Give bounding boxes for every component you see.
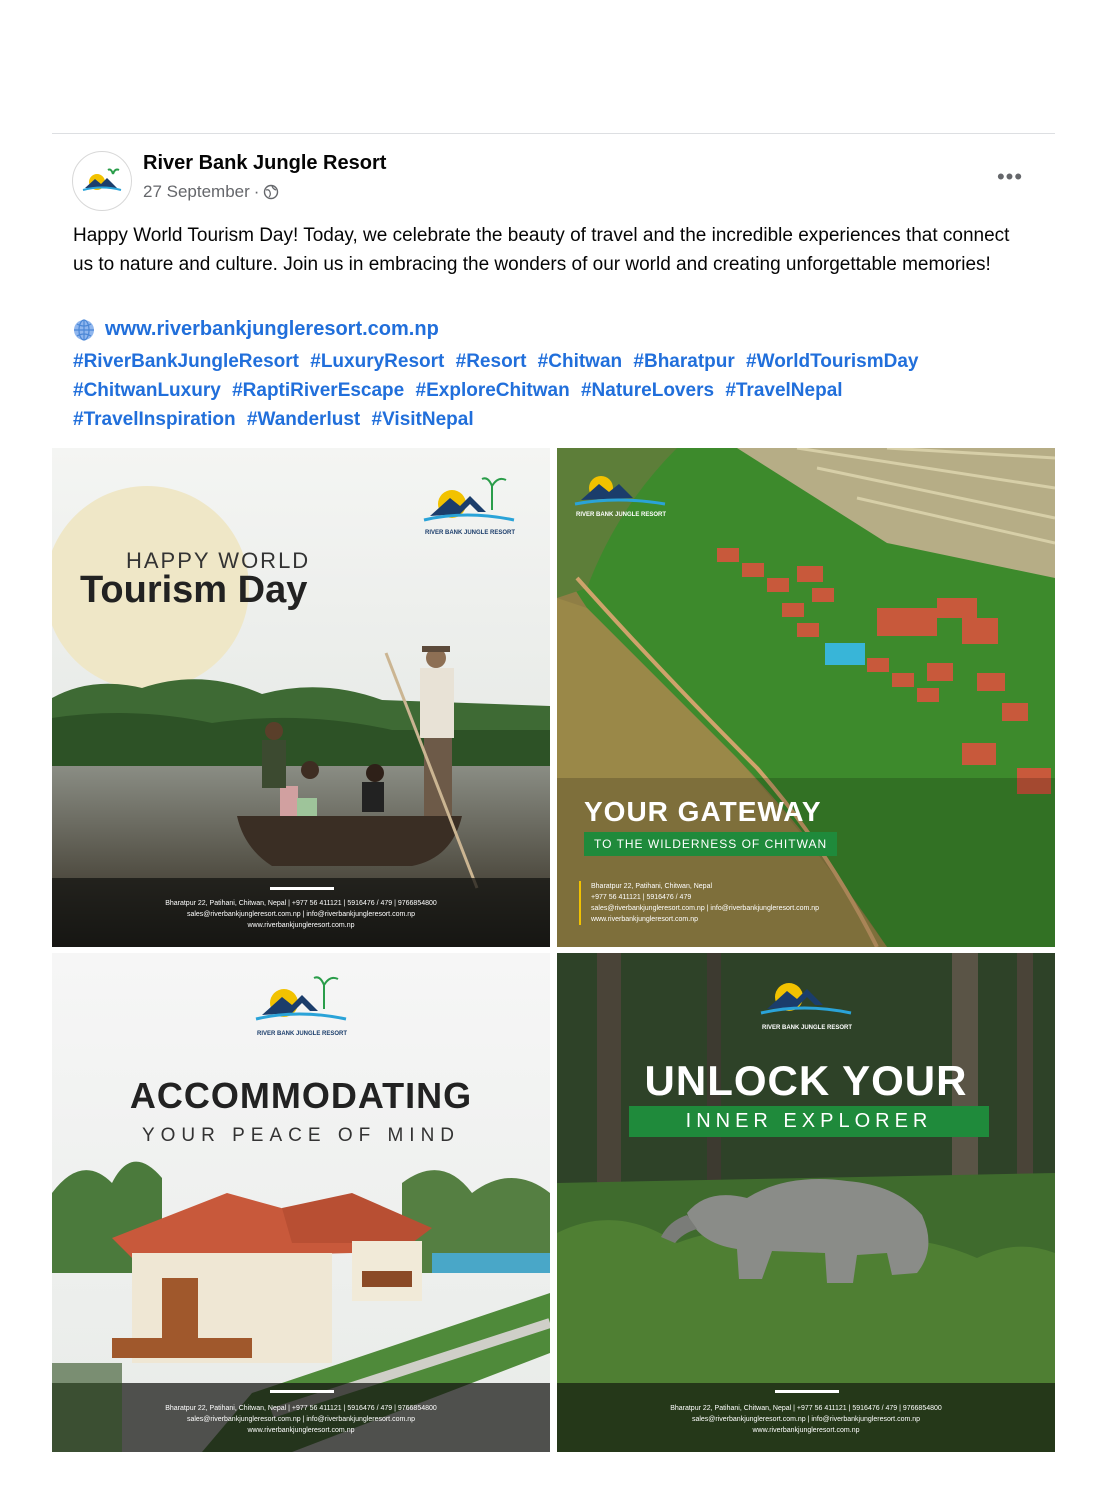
photo-tourism-day[interactable]: RIVER BANK JUNGLE RESORT HAPPY WORLD Tou… <box>52 448 550 947</box>
hashtag[interactable]: #Resort <box>456 351 527 372</box>
footer-website: www.riverbankjungleresort.com.np <box>247 922 355 929</box>
post-date-text[interactable]: 27 September <box>143 182 250 202</box>
logo-text: RIVER BANK JUNGLE RESORT <box>575 512 666 518</box>
audience-globe-icon[interactable] <box>263 184 279 200</box>
page-name[interactable]: River Bank Jungle Resort <box>143 152 386 175</box>
footer-address: Bharatpur 22, Patihani, Chitwan, Nepal <box>591 883 713 890</box>
footer-email: sales@riverbankjungleresort.com.np | inf… <box>186 1416 416 1423</box>
website-link[interactable]: www.riverbankjungleresort.com.np <box>105 318 439 341</box>
resort-logo: RIVER BANK JUNGLE RESORT <box>567 462 675 532</box>
hashtag[interactable]: #RiverBankJungleResort <box>73 351 299 372</box>
footer-contact: Bharatpur 22, Patihani, Chitwan, Nepal |… <box>165 900 437 907</box>
hashtag[interactable]: #VisitNepal <box>372 409 474 430</box>
hashtag[interactable]: #TravelInspiration <box>73 409 236 430</box>
footer-email: sales@riverbankjungleresort.com.np | inf… <box>591 905 820 912</box>
photo-gateway[interactable]: RIVER BANK JUNGLE RESORT YOUR GATEWAY TO… <box>557 448 1055 947</box>
hashtag[interactable]: #Chitwan <box>538 351 622 372</box>
logo-text: RIVER BANK JUNGLE RESORT <box>424 530 515 536</box>
footer-email: sales@riverbankjungleresort.com.np | inf… <box>186 911 416 918</box>
hashtag[interactable]: #RaptiRiverEscape <box>232 380 404 401</box>
post-date[interactable]: 27 September · <box>143 182 279 202</box>
footer-website: www.riverbankjungleresort.com.np <box>752 1427 860 1434</box>
footer-divider <box>270 887 334 890</box>
footer-divider <box>270 1390 334 1393</box>
footer-email: sales@riverbankjungleresort.com.np | inf… <box>691 1416 921 1423</box>
tile-subtitle-banner: INNER EXPLORER <box>629 1106 989 1137</box>
photo-inner-explorer[interactable]: RIVER BANK JUNGLE RESORT UNLOCK YOUR INN… <box>557 953 1055 1452</box>
more-options-button[interactable]: ••• <box>993 163 1027 191</box>
resort-logo: RIVER BANK JUNGLE RESORT <box>416 470 524 540</box>
tile-title: ACCOMMODATING <box>129 1075 473 1116</box>
hashtag[interactable]: #TravelNepal <box>725 380 842 401</box>
resort-logo: RIVER BANK JUNGLE RESORT <box>753 965 861 1035</box>
footer-divider <box>775 1390 839 1393</box>
post-text: Happy World Tourism Day! Today, we celeb… <box>73 225 1010 275</box>
globe-icon <box>74 318 94 341</box>
tile-subtitle-banner: TO THE WILDERNESS OF CHITWAN <box>584 832 838 856</box>
resort-logo-icon <box>82 168 122 191</box>
footer-contact: Bharatpur 22, Patihani, Chitwan, Nepal |… <box>165 1405 437 1412</box>
tile-title: Tourism Day <box>80 569 308 611</box>
hashtag-list: #RiverBankJungleResort #LuxuryResort #Re… <box>73 347 1053 434</box>
footer-website: www.riverbankjungleresort.com.np <box>247 1427 355 1434</box>
tile-title: UNLOCK YOUR <box>644 1057 968 1104</box>
date-separator: · <box>253 182 260 201</box>
hashtag[interactable]: #NatureLovers <box>581 380 714 401</box>
hashtag[interactable]: #WorldTourismDay <box>746 351 918 372</box>
tile-subtitle: YOUR PEACE OF MIND <box>141 1125 461 1146</box>
photo-grid: RIVER BANK JUNGLE RESORT HAPPY WORLD Tou… <box>52 448 1055 1452</box>
hashtag[interactable]: #LuxuryResort <box>310 351 444 372</box>
footer-phone: +977 56 411121 | 5916476 / 479 <box>591 894 692 901</box>
hashtag[interactable]: #ChitwanLuxury <box>73 380 221 401</box>
website-link-row: www.riverbankjungleresort.com.np <box>73 318 439 341</box>
footer-website: www.riverbankjungleresort.com.np <box>591 916 698 923</box>
hashtag[interactable]: #ExploreChitwan <box>416 380 570 401</box>
resort-logo-icon <box>760 983 852 1015</box>
photo-accommodating[interactable]: RIVER BANK JUNGLE RESORT ACCOMMODATING Y… <box>52 953 550 1452</box>
hashtag[interactable]: #Wanderlust <box>247 409 360 430</box>
resort-logo-icon <box>574 476 666 506</box>
resort-logo-icon <box>255 976 347 1021</box>
resort-logo-icon <box>423 477 515 522</box>
hashtag[interactable]: #Bharatpur <box>633 351 734 372</box>
logo-text: RIVER BANK JUNGLE RESORT <box>256 1031 347 1037</box>
footer-contact-block: Bharatpur 22, Patihani, Chitwan, Nepal +… <box>579 881 819 925</box>
footer-contact: Bharatpur 22, Patihani, Chitwan, Nepal |… <box>670 1405 942 1412</box>
logo-text: RIVER BANK JUNGLE RESORT <box>761 1025 852 1031</box>
top-divider <box>52 133 1055 134</box>
resort-logo: RIVER BANK JUNGLE RESORT <box>248 971 356 1041</box>
tile-title: YOUR GATEWAY <box>584 796 822 827</box>
page-avatar[interactable] <box>72 151 132 211</box>
